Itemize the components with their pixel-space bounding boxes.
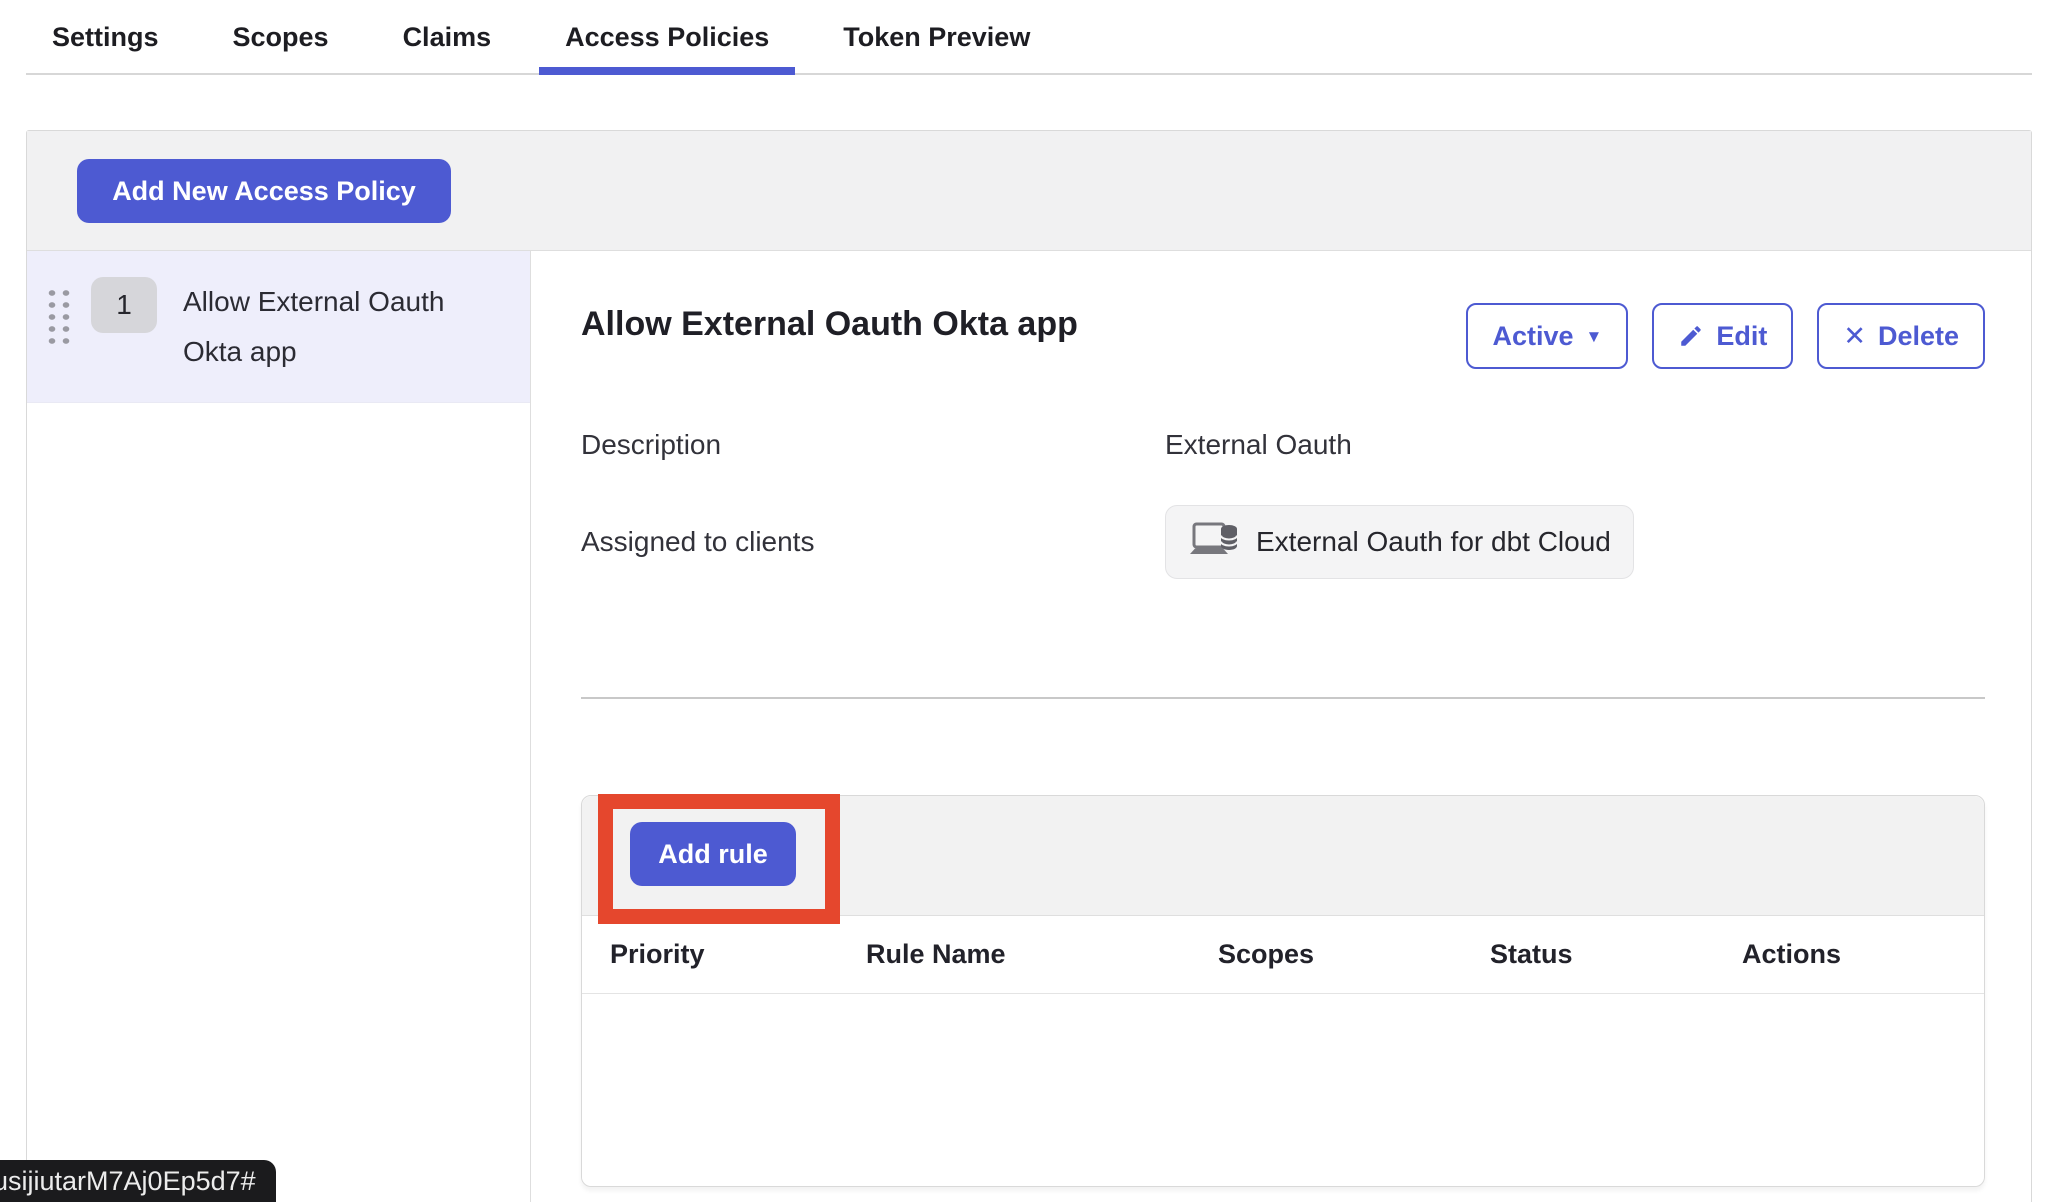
column-rule-name: Rule Name <box>866 939 1218 970</box>
assigned-clients-row: Assigned to clients <box>581 505 1985 579</box>
add-new-access-policy-button[interactable]: Add New Access Policy <box>77 159 451 223</box>
pencil-icon <box>1678 323 1704 349</box>
close-icon: ✕ <box>1843 323 1866 350</box>
edit-label: Edit <box>1716 321 1767 352</box>
policy-detail: Allow External Oauth Okta app Active ▼ E… <box>531 251 2031 1202</box>
section-divider <box>581 697 1985 699</box>
delete-label: Delete <box>1878 321 1959 352</box>
drag-handle-icon[interactable] <box>45 287 73 345</box>
description-value: External Oauth <box>1165 429 1985 461</box>
status-bar-text: usijiutarM7Aj0Ep5d7# <box>0 1166 256 1197</box>
column-priority: Priority <box>610 939 866 970</box>
policy-priority-badge: 1 <box>91 277 157 333</box>
access-policies-panel: Add New Access Policy 1 Allow External O… <box>26 130 2032 1202</box>
status-label: Active <box>1492 321 1573 352</box>
tab-bar: Settings Scopes Claims Access Policies T… <box>0 0 2058 75</box>
rules-table-body <box>582 994 1984 1186</box>
tab-access-policies[interactable]: Access Policies <box>539 0 795 75</box>
client-chip-label: External Oauth for dbt Cloud <box>1256 526 1611 558</box>
status-bar-tooltip: usijiutarM7Aj0Ep5d7# <box>0 1160 276 1202</box>
panel-body: 1 Allow External Oauth Okta app Allow Ex… <box>27 251 2031 1202</box>
rules-table-header: Priority Rule Name Scopes Status Actions <box>582 916 1984 994</box>
panel-toolbar: Add New Access Policy <box>27 131 2031 251</box>
column-actions: Actions <box>1742 939 1984 970</box>
edit-button[interactable]: Edit <box>1652 303 1793 369</box>
tab-claims[interactable]: Claims <box>377 0 518 75</box>
tab-token-preview[interactable]: Token Preview <box>817 0 1056 75</box>
description-row: Description External Oauth <box>581 429 1985 461</box>
column-status: Status <box>1490 939 1742 970</box>
caret-down-icon: ▼ <box>1586 328 1603 345</box>
description-label: Description <box>581 429 1165 461</box>
policy-title: Allow External Oauth Okta app <box>581 301 1078 347</box>
rules-card: Add rule Priority Rule Name Scopes Statu… <box>581 795 1985 1187</box>
rules-toolbar: Add rule <box>582 796 1984 916</box>
access-policies-page: Settings Scopes Claims Access Policies T… <box>0 0 2058 1202</box>
status-dropdown-button[interactable]: Active ▼ <box>1466 303 1628 369</box>
delete-button[interactable]: ✕ Delete <box>1817 303 1985 369</box>
policy-actions: Active ▼ Edit ✕ Delete <box>1466 303 1985 369</box>
policy-list-item[interactable]: 1 Allow External Oauth Okta app <box>27 251 530 403</box>
tab-scopes[interactable]: Scopes <box>207 0 355 75</box>
add-rule-button[interactable]: Add rule <box>630 822 796 886</box>
policy-list: 1 Allow External Oauth Okta app <box>27 251 531 1202</box>
client-chip[interactable]: External Oauth for dbt Cloud <box>1165 505 1634 579</box>
column-scopes: Scopes <box>1218 939 1490 970</box>
policy-name: Allow External Oauth Okta app <box>183 277 475 377</box>
assigned-to-clients-label: Assigned to clients <box>581 526 1165 558</box>
tab-settings[interactable]: Settings <box>26 0 185 75</box>
laptop-database-icon <box>1188 519 1242 565</box>
